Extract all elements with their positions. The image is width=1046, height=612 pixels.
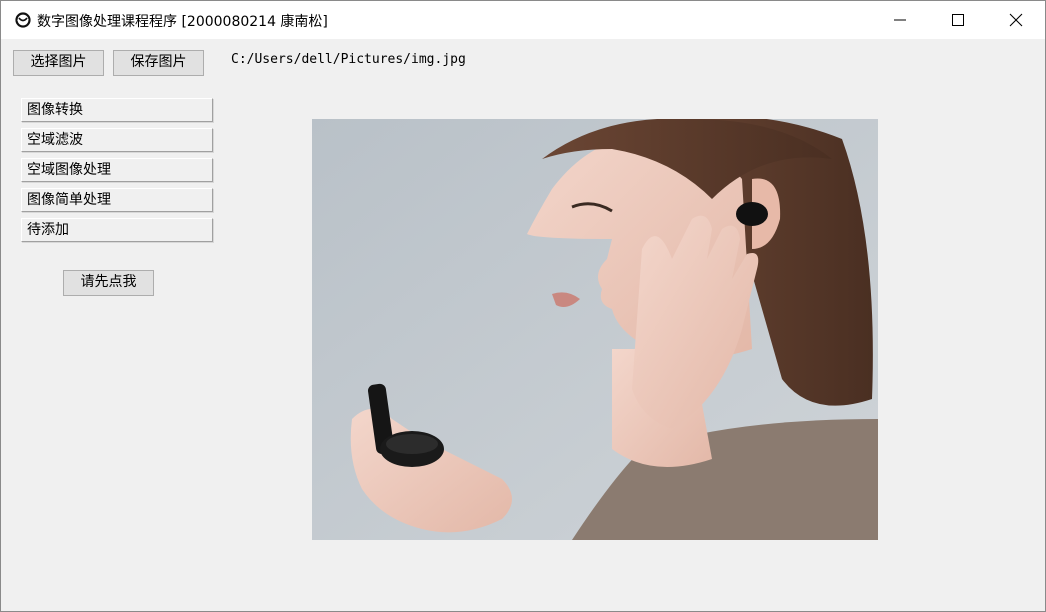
- minimize-icon: [894, 19, 906, 21]
- minimize-button[interactable]: [871, 1, 929, 39]
- maximize-button[interactable]: [929, 1, 987, 39]
- app-icon: [15, 12, 31, 28]
- app-window: 数字图像处理课程程序 [2000080214 康南松] 选择图片 保存图片 C:…: [0, 0, 1046, 612]
- menu-item-simple-processing[interactable]: 图像简单处理: [21, 188, 213, 212]
- close-button[interactable]: [987, 1, 1045, 39]
- select-image-button[interactable]: 选择图片: [13, 50, 104, 76]
- image-preview: [312, 119, 878, 540]
- menu-item-spatial-filtering[interactable]: 空域滤波: [21, 128, 213, 152]
- file-path-label: C:/Users/dell/Pictures/img.jpg: [231, 52, 466, 67]
- click-me-first-button[interactable]: 请先点我: [63, 270, 154, 296]
- save-image-button[interactable]: 保存图片: [113, 50, 204, 76]
- menu-item-spatial-processing[interactable]: 空域图像处理: [21, 158, 213, 182]
- photo-woman-earbuds-icon: [312, 119, 878, 540]
- close-icon: [1009, 13, 1023, 27]
- maximize-icon: [952, 14, 964, 26]
- title-bar[interactable]: 数字图像处理课程程序 [2000080214 康南松]: [1, 1, 1045, 39]
- window-title: 数字图像处理课程程序 [2000080214 康南松]: [37, 14, 328, 30]
- menu-item-to-be-added[interactable]: 待添加: [21, 218, 213, 242]
- menu-item-image-conversion[interactable]: 图像转换: [21, 98, 213, 122]
